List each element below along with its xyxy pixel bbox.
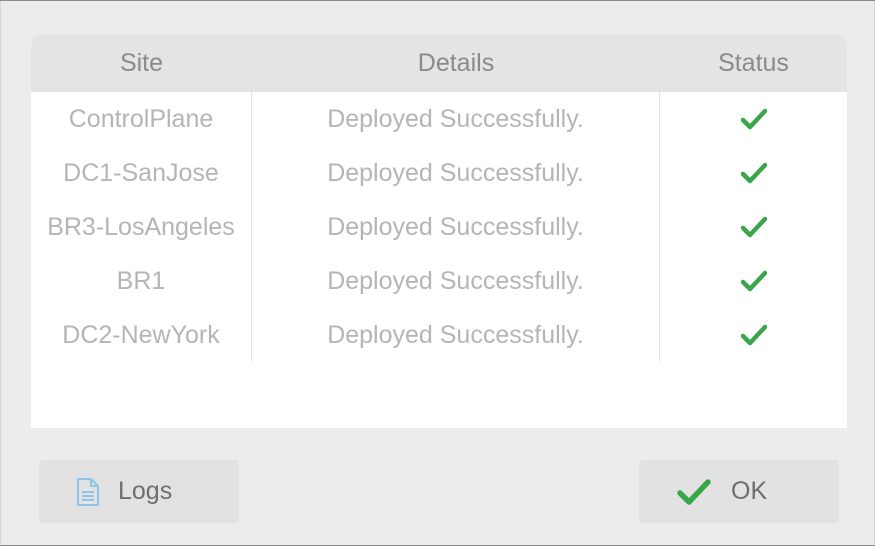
deployment-results-table: Site Details Status ControlPlane Deploye… bbox=[31, 34, 847, 428]
check-icon bbox=[740, 162, 767, 184]
details-cell: Deployed Successfully. bbox=[252, 146, 660, 200]
check-icon bbox=[740, 216, 767, 238]
site-cell: DC1-SanJose bbox=[31, 146, 252, 200]
table-body: ControlPlane Deployed Successfully. DC1-… bbox=[31, 92, 847, 362]
site-cell: DC2-NewYork bbox=[31, 308, 252, 362]
details-cell: Deployed Successfully. bbox=[252, 92, 660, 146]
status-cell bbox=[660, 254, 847, 308]
details-cell: Deployed Successfully. bbox=[252, 254, 660, 308]
check-icon bbox=[740, 324, 767, 346]
header-site: Site bbox=[119, 49, 164, 77]
ok-button-label: OK bbox=[731, 477, 768, 505]
check-icon bbox=[677, 478, 711, 506]
document-icon bbox=[76, 477, 100, 507]
table-row: BR1 Deployed Successfully. bbox=[31, 254, 847, 308]
status-cell bbox=[660, 146, 847, 200]
ok-button[interactable]: OK bbox=[639, 460, 839, 523]
logs-button-label: Logs bbox=[118, 477, 173, 505]
header-details: Details bbox=[417, 49, 495, 77]
details-cell: Deployed Successfully. bbox=[252, 308, 660, 362]
table-row: ControlPlane Deployed Successfully. bbox=[31, 92, 847, 146]
site-cell: ControlPlane bbox=[31, 92, 252, 146]
table-row: DC1-SanJose Deployed Successfully. bbox=[31, 146, 847, 200]
table-row: DC2-NewYork Deployed Successfully. bbox=[31, 308, 847, 362]
table-row: BR3-LosAngeles Deployed Successfully. bbox=[31, 200, 847, 254]
check-icon bbox=[740, 108, 767, 130]
site-cell: BR3-LosAngeles bbox=[31, 200, 252, 254]
status-cell bbox=[660, 200, 847, 254]
site-cell: BR1 bbox=[31, 254, 252, 308]
check-icon bbox=[740, 270, 767, 292]
status-cell bbox=[660, 92, 847, 146]
details-cell: Deployed Successfully. bbox=[252, 200, 660, 254]
table-header: Site Details Status bbox=[31, 34, 847, 92]
deployment-status-dialog: Site Details Status ControlPlane Deploye… bbox=[0, 1, 875, 545]
status-cell bbox=[660, 308, 847, 362]
header-status: Status bbox=[718, 49, 789, 77]
logs-button[interactable]: Logs bbox=[39, 460, 239, 523]
